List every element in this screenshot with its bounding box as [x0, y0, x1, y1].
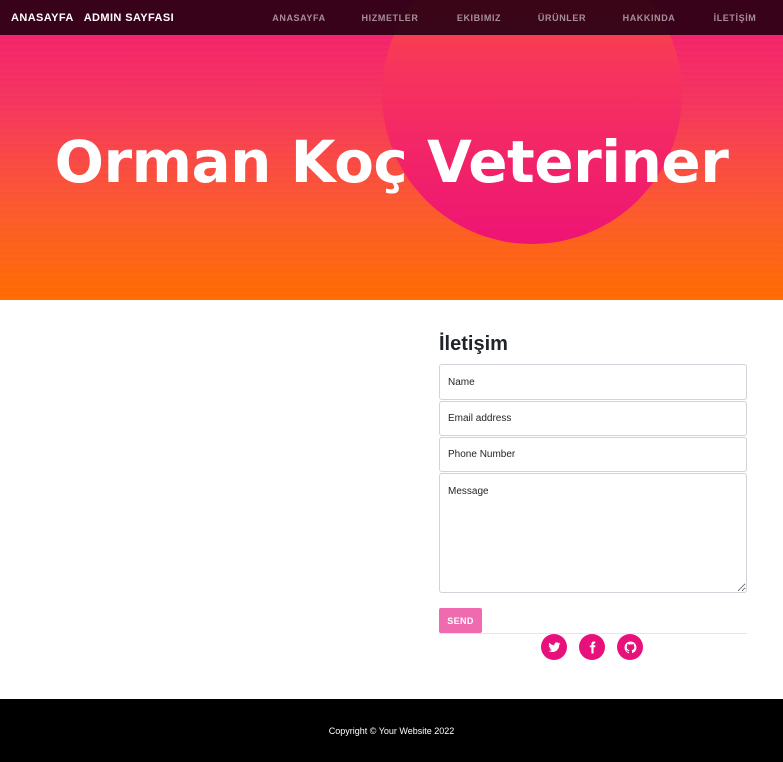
footer: Copyright © Your Website 2022 — [0, 699, 783, 762]
nav-link-contact[interactable]: İLETİŞİM — [714, 13, 757, 23]
nav-link-products[interactable]: ÜRÜNLER — [538, 13, 586, 23]
copyright-text: Copyright © Your Website 2022 — [328, 725, 455, 736]
nav-link-home[interactable]: ANASAYFA — [272, 13, 325, 23]
email-input[interactable] — [439, 401, 747, 436]
nav-link-services[interactable]: HIZMETLER — [362, 13, 419, 23]
github-icon[interactable] — [617, 634, 643, 660]
name-input[interactable] — [439, 364, 747, 400]
nav-link-team[interactable]: EKIBIMIZ — [457, 13, 501, 23]
nav-links: ANASAYFA HIZMETLER EKIBIMIZ ÜRÜNLER HAKK… — [0, 0, 783, 35]
hero-title: Orman Koç Veteriner — [54, 128, 729, 196]
hero-decorative-circle — [382, 0, 682, 244]
message-textarea[interactable] — [439, 473, 747, 593]
send-button[interactable]: SEND — [439, 608, 482, 633]
facebook-icon[interactable] — [579, 634, 605, 660]
nav-link-about[interactable]: HAKKINDA — [623, 13, 676, 23]
navbar: ANASAYFA ADMIN SAYFASI ANASAYFA HIZMETLE… — [0, 0, 783, 35]
hero-section: Orman Koç Veteriner — [0, 0, 783, 300]
twitter-icon[interactable] — [541, 634, 567, 660]
contact-title: İletişim — [439, 333, 508, 355]
phone-input[interactable] — [439, 437, 747, 472]
